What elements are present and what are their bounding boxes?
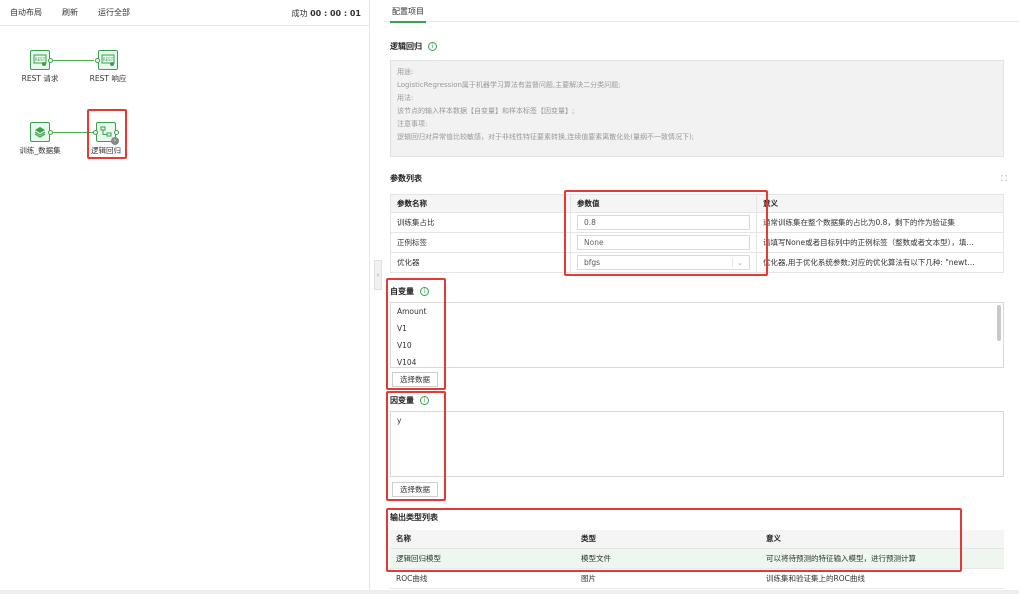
positive-label-input[interactable]: None [577,235,750,250]
info-icon[interactable]: i [428,42,437,51]
list-item[interactable]: y [391,412,1003,429]
output-meaning: 可以将待预测的特征输入模型，进行预测计算 [760,548,1004,569]
dependent-list[interactable]: y [390,411,1004,477]
component-title-text: 逻辑回归 [390,42,422,51]
param-name: 优化器 [390,252,571,273]
info-icon[interactable]: i [420,396,429,405]
output-name: ROC曲线 [390,568,575,589]
param-value-cell: 0.8 [570,212,757,233]
desc-line: 逻辑回归对异常值比较敏感，对于非线性特征要素转换,连续值要素离散化处(量纲不一致… [397,133,695,141]
desc-line: 该节点的输入样本数据【自变量】和样本标签【因变量】; [397,107,575,115]
workflow-canvas[interactable]: 自动布局 刷新 运行全部 成功 00 : 00 : 01 REST REST 请… [0,0,370,594]
auto-layout-button[interactable]: 自动布局 [10,7,42,18]
train-ratio-input[interactable]: 0.8 [577,215,750,230]
node-rest-request[interactable]: REST REST 请求 [10,50,70,84]
independent-title: 自变量 i [390,286,429,297]
param-value-cell: bfgs ⌄ [570,252,757,273]
outputs-header-type: 类型 [575,530,760,549]
dependent-title-text: 因变量 [390,396,414,405]
independent-list[interactable]: Amount V1 V10 V104 [390,302,1004,368]
output-name: 逻辑回归模型 [390,548,575,569]
horizontal-scrollbar[interactable] [0,590,1019,594]
desc-line: 注意事项: [397,120,428,128]
collapse-panel-handle[interactable]: ‹ [374,260,382,290]
desc-line: 用途: [397,68,414,76]
params-header-value: 参数值 [570,194,757,213]
node-train-dataset[interactable]: 训练_数据集 [10,122,70,156]
table-row[interactable]: 逻辑回归模型 模型文件 可以将待预测的特征输入模型，进行预测计算 [390,548,1004,569]
output-meaning: 训练集和验证集上的ROC曲线 [760,568,1004,589]
scrollbar[interactable] [997,305,1001,341]
description-box: 用途: LogisticRegression属于机器学习算法有监督问题,主要解决… [390,60,1004,157]
dependent-title: 因变量 i [390,395,429,406]
params-title: 参数列表 [390,173,422,184]
status-timer: 00 : 00 : 01 [310,9,361,18]
outputs-header-meaning: 意义 [760,530,1004,549]
tab-config[interactable]: 配置项目 [390,0,426,23]
desc-line: 用法: [397,94,414,102]
rest-response-icon: REST [95,50,118,70]
params-header-name: 参数名称 [390,194,571,213]
param-row: 正例标签 None 请填写None或者目标列中的正例标签（整数或者文本型），填… [390,232,1004,253]
outputs-table: 名称 类型 意义 逻辑回归模型 模型文件 可以将待预测的特征输入模型，进行预测计… [390,530,1004,589]
node-label: REST 响应 [89,74,127,83]
outputs-title: 输出类型列表 [390,512,438,523]
params-title-text: 参数列表 [390,174,422,183]
param-name: 正例标签 [390,232,571,253]
param-row: 优化器 bfgs ⌄ 优化器,用于优化系统参数;对应的优化算法有以下几种: "ne… [390,252,1004,273]
config-panel: 配置项目 逻辑回归 i 用途: LogisticRegression属于机器学习… [384,0,1019,594]
rest-request-icon: REST [30,50,53,70]
layers-icon [30,122,53,142]
component-title: 逻辑回归 i [390,41,437,52]
param-value-cell: None [570,232,757,253]
svg-text:REST: REST [103,57,114,62]
output-type: 模型文件 [575,548,760,569]
param-name: 训练集占比 [390,212,571,233]
selected-node-highlight [87,109,127,159]
expand-icon[interactable]: ⛶ [1001,174,1007,184]
info-icon[interactable]: i [420,287,429,296]
table-row[interactable]: ROC曲线 图片 训练集和验证集上的ROC曲线 [390,568,1004,589]
svg-text:REST: REST [35,57,46,62]
output-type: 图片 [575,568,760,589]
param-meaning: 通常训练集在整个数据集的占比为0.8，剩下的作为验证集 [756,212,1004,233]
outputs-header-name: 名称 [390,530,575,549]
desc-line: LogisticRegression属于机器学习算法有监督问题,主要解决二分类问… [397,81,621,89]
node-label: 训练_数据集 [19,146,61,155]
run-all-button[interactable]: 运行全部 [98,7,130,18]
param-meaning: 优化器,用于优化系统参数;对应的优化算法有以下几种: "newt… [756,252,1004,273]
list-item[interactable]: V10 [391,337,1003,354]
params-header-meaning: 意义 [756,194,1004,213]
outputs-title-text: 输出类型列表 [390,513,438,522]
list-item[interactable]: V1 [391,320,1003,337]
select-dependent-button[interactable]: 选择数据 [392,482,438,497]
run-status: 成功 00 : 00 : 01 [292,8,361,19]
independent-title-text: 自变量 [390,287,414,296]
list-item[interactable]: Amount [391,303,1003,320]
chevron-down-icon: ⌄ [731,258,743,267]
select-independent-button[interactable]: 选择数据 [392,372,438,387]
tab-bar: 配置项目 [384,0,1019,23]
param-value: None [584,238,604,247]
params-table: 参数名称 参数值 意义 训练集占比 0.8 通常训练集在整个数据集的占比为0.8… [390,194,1004,273]
node-rest-response[interactable]: REST REST 响应 [78,50,138,84]
canvas-toolbar: 自动布局 刷新 运行全部 成功 00 : 00 : 01 [0,0,369,26]
param-row: 训练集占比 0.8 通常训练集在整个数据集的占比为0.8，剩下的作为验证集 [390,212,1004,233]
node-label: REST 请求 [21,74,59,83]
input-port[interactable] [95,58,100,63]
param-value: bfgs [584,258,601,267]
optimizer-select[interactable]: bfgs ⌄ [577,255,750,270]
param-value: 0.8 [584,218,596,227]
status-label: 成功 [291,9,308,18]
refresh-button[interactable]: 刷新 [62,7,78,18]
list-item[interactable]: V104 [391,354,1003,371]
param-meaning: 请填写None或者目标列中的正例标签（整数或者文本型），填… [756,232,1004,253]
